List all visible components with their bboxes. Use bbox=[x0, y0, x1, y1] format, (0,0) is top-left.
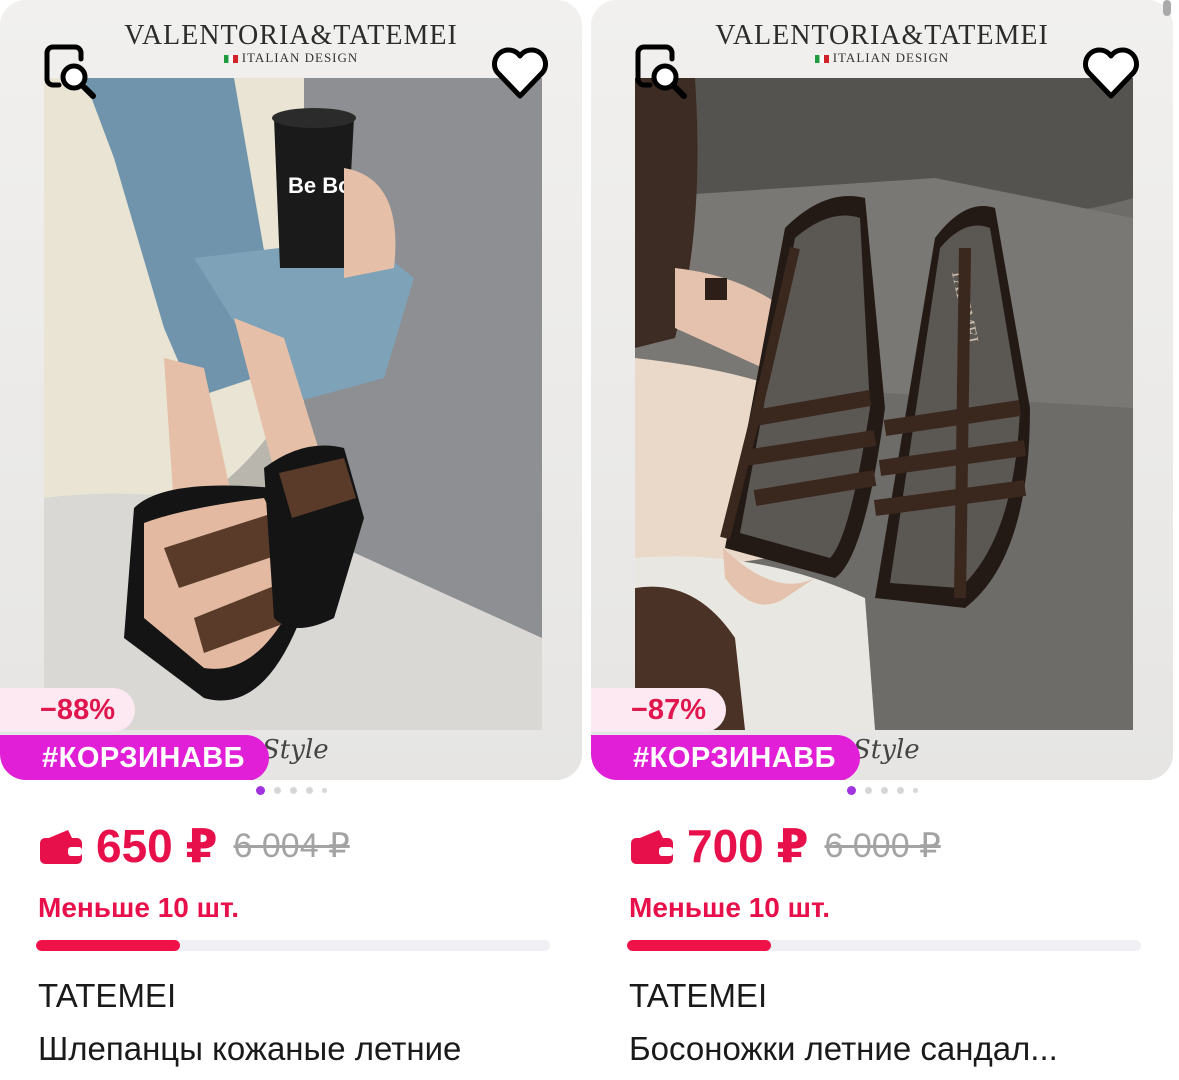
product-name[interactable]: Шлепанцы кожаные летние bbox=[38, 1030, 568, 1068]
italy-flag-icon bbox=[223, 55, 238, 64]
stock-progress-fill bbox=[627, 940, 771, 951]
frame-footer-text: Style bbox=[262, 735, 329, 765]
product-image-carousel[interactable]: VALENTORIA&TATEMEI ITALIAN DESIGN Be Bou bbox=[0, 0, 582, 780]
image-search-button[interactable] bbox=[627, 38, 695, 106]
product-image-carousel[interactable]: VALENTORIA&TATEMEI ITALIAN DESIGN Style … bbox=[591, 0, 1173, 780]
product-card[interactable]: VALENTORIA&TATEMEI ITALIAN DESIGN Be Bou bbox=[0, 0, 582, 1080]
product-photo: TATEMEI bbox=[635, 78, 1133, 730]
favorite-button[interactable] bbox=[486, 38, 554, 106]
carousel-dot bbox=[305, 787, 313, 794]
carousel-dot bbox=[864, 787, 872, 794]
wallet-icon bbox=[631, 830, 673, 864]
discount-badge: −88% bbox=[0, 688, 135, 732]
frame-subtitle-text: ITALIAN DESIGN bbox=[832, 50, 950, 65]
carousel-dots bbox=[0, 786, 582, 795]
wallet-icon bbox=[40, 830, 82, 864]
price-row: 650 ₽ 6 004 ₽ bbox=[38, 818, 350, 874]
stock-progress-bar bbox=[627, 940, 1141, 951]
product-brand[interactable]: TATEMEI bbox=[629, 977, 767, 1015]
carousel-dot bbox=[880, 787, 888, 794]
stock-status: Меньше 10 шт. bbox=[38, 892, 240, 923]
italy-flag-icon bbox=[814, 55, 829, 64]
carousel-dot bbox=[289, 787, 297, 794]
favorite-button[interactable] bbox=[1077, 38, 1145, 106]
promo-tag: #КОРЗИНАВБ bbox=[591, 735, 861, 780]
image-search-icon bbox=[635, 44, 687, 99]
current-price: 700 ₽ bbox=[687, 820, 809, 872]
carousel-dot bbox=[321, 788, 327, 793]
stock-progress-bar bbox=[36, 940, 550, 951]
price-row: 700 ₽ 6 000 ₽ bbox=[629, 818, 941, 874]
scrollbar[interactable] bbox=[1163, 0, 1171, 16]
stock-status: Меньше 10 шт. bbox=[629, 892, 831, 923]
current-price: 650 ₽ bbox=[96, 820, 218, 872]
product-name[interactable]: Босоножки летние сандал... bbox=[629, 1030, 1159, 1068]
product-photo: Be Bou bbox=[44, 78, 542, 730]
old-price: 6 000 ₽ bbox=[824, 827, 941, 865]
carousel-dots bbox=[591, 786, 1173, 795]
carousel-dot bbox=[896, 787, 904, 794]
stock-progress-fill bbox=[36, 940, 180, 951]
image-search-button[interactable] bbox=[36, 38, 104, 106]
heart-icon bbox=[1083, 47, 1139, 99]
carousel-dot bbox=[273, 787, 281, 794]
old-price: 6 004 ₽ bbox=[233, 827, 350, 865]
frame-footer-text: Style bbox=[853, 735, 920, 765]
product-brand[interactable]: TATEMEI bbox=[38, 977, 176, 1015]
carousel-dot bbox=[912, 788, 918, 793]
heart-icon bbox=[492, 47, 548, 99]
product-card[interactable]: VALENTORIA&TATEMEI ITALIAN DESIGN Style … bbox=[591, 0, 1173, 1080]
frame-subtitle-text: ITALIAN DESIGN bbox=[241, 50, 359, 65]
image-search-icon bbox=[44, 44, 96, 99]
promo-tag: #КОРЗИНАВБ bbox=[0, 735, 270, 780]
carousel-dot bbox=[846, 786, 856, 795]
discount-badge: −87% bbox=[591, 688, 726, 732]
carousel-dot bbox=[255, 786, 265, 795]
